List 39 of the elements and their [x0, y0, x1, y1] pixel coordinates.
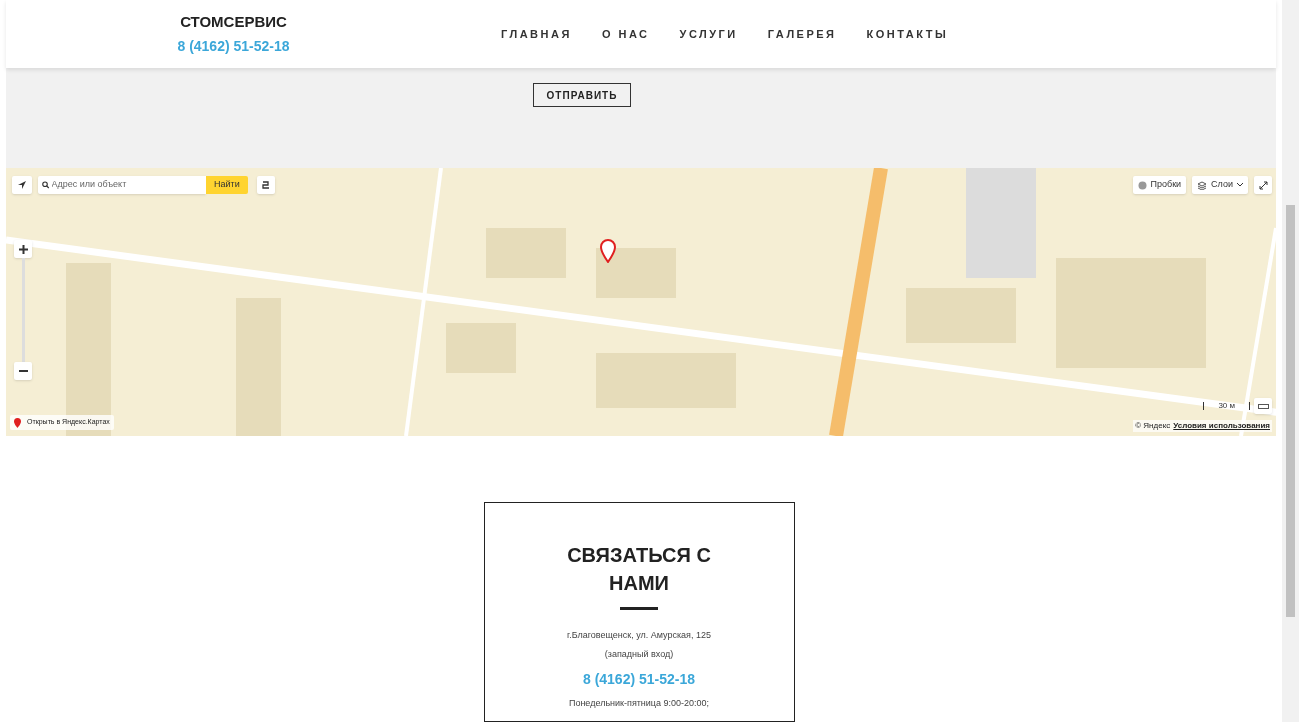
contact-phone: 8 (4162) 51-52-18 — [582, 671, 696, 688]
submit-button[interactable]: ОТПРАВИТЬ — [532, 83, 632, 107]
scale-label: 30 м — [1203, 402, 1250, 410]
map-pin-icon — [599, 239, 617, 263]
arrow-icon — [17, 180, 27, 190]
ruler-icon — [1257, 403, 1269, 409]
title-underline — [620, 607, 658, 610]
search-field[interactable]: Адрес или объект — [38, 176, 206, 194]
copyright-text: © Яндекс — [1135, 420, 1171, 432]
circle-icon — [1137, 180, 1147, 190]
contact-title: СВЯЗАТЬСЯ С НАМИ — [566, 543, 712, 596]
find-button[interactable]: Найти — [206, 176, 248, 194]
nav-link[interactable]: О НАС — [601, 25, 650, 43]
nav-link[interactable]: ГЛАВНАЯ — [501, 25, 572, 43]
plus-icon — [18, 244, 28, 254]
ruler-button[interactable] — [1254, 398, 1272, 414]
route-icon — [260, 180, 271, 190]
hours-text: Понедельник-пятница 9:00-20:00; — [568, 698, 710, 709]
caret-icon — [1237, 183, 1243, 187]
nav-link[interactable]: ГАЛЕРЕЯ — [767, 25, 837, 43]
nav-link[interactable]: УСЛУГИ — [679, 25, 738, 43]
nav-link[interactable]: КОНТАКТЫ — [866, 25, 949, 43]
pin-icon — [14, 417, 21, 428]
header-phone: 8 (4162) 51-52-18 — [177, 36, 290, 56]
search-input[interactable]: Адрес или объект — [51, 178, 202, 192]
fullscreen-button[interactable] — [1254, 176, 1272, 194]
zoom-out-button[interactable] — [14, 362, 32, 380]
locate-button[interactable] — [12, 176, 32, 194]
layers-button[interactable]: Слои — [1192, 176, 1248, 194]
terms-link[interactable]: Условия использования — [1173, 420, 1270, 432]
search-icon — [42, 181, 50, 189]
brand-name: СТОМСЕРВИС — [180, 11, 287, 32]
entrance-text: (западный вход) — [604, 649, 674, 660]
minus-icon — [18, 370, 28, 372]
address-text: г.Благовещенск, ул. Амурская, 125 — [567, 630, 711, 641]
zoom-in-button[interactable] — [14, 240, 32, 258]
traffic-button[interactable]: Пробки — [1132, 176, 1187, 194]
expand-icon — [1258, 180, 1268, 190]
layers-icon — [1197, 180, 1208, 190]
